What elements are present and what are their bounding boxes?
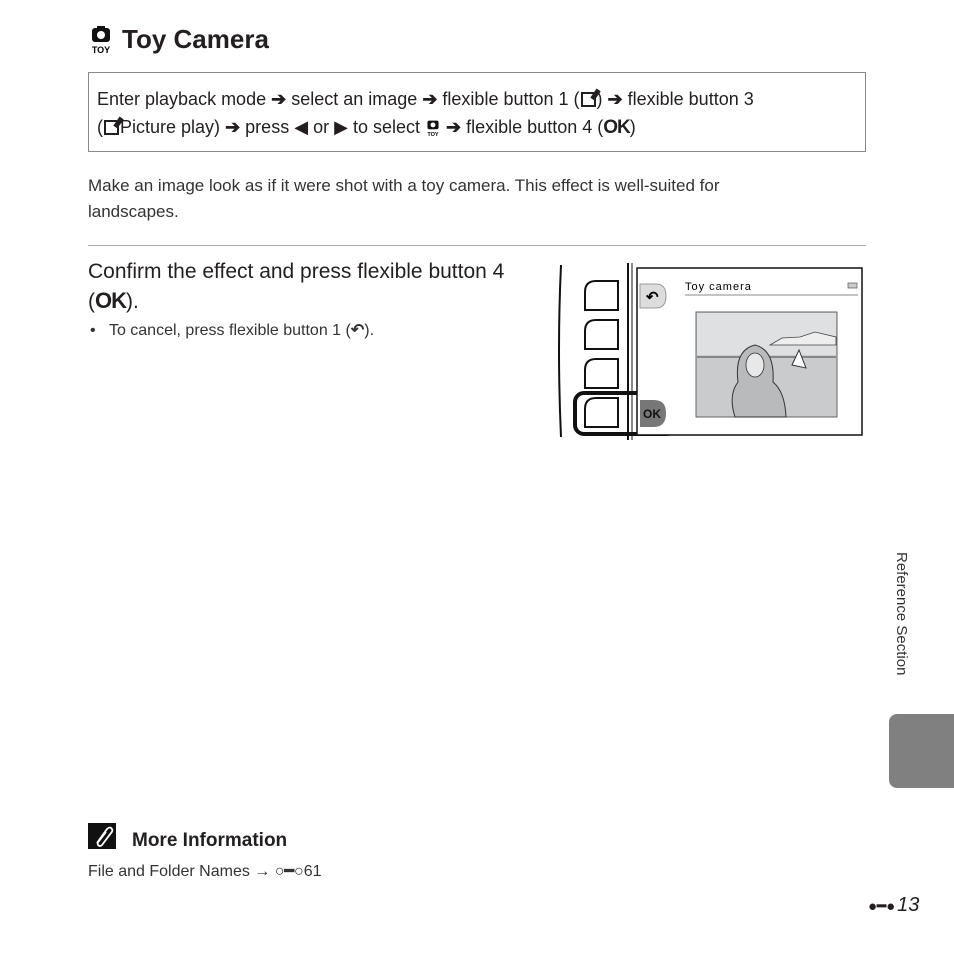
retouch-icon <box>104 120 119 135</box>
arrow-right-icon: ➔ <box>422 89 438 109</box>
arrow-right-icon: ➔ <box>225 117 241 137</box>
step-text: flexible button 1 ( <box>442 89 580 109</box>
step-text: flexible button 4 ( <box>466 117 604 137</box>
step-text: Confirm the effect and press flexible bu… <box>88 260 505 313</box>
step-text: Picture play) <box>120 117 221 137</box>
bullet-dot: • <box>90 322 109 339</box>
divider <box>88 245 866 246</box>
svg-text:TOY: TOY <box>427 132 439 137</box>
binoculars-icon: ○━○ <box>274 863 304 880</box>
step-text: or <box>313 117 330 137</box>
arrow-right-icon: ➔ <box>607 89 623 109</box>
bullet-item: • To cancel, press flexible button 1 (↶)… <box>90 320 374 340</box>
step-text: ) <box>629 117 636 137</box>
triangle-right-icon: ▶ <box>334 117 348 137</box>
reference-page: 61 <box>303 863 322 880</box>
ok-icon: OK <box>95 288 127 313</box>
step-heading: Confirm the effect and press flexible bu… <box>88 257 508 316</box>
back-arrow-icon: ↶ <box>350 322 365 339</box>
instruction-box: Enter playback mode ➔ select an image ➔ … <box>88 72 866 152</box>
camera-screen-illustration: ↶ OK Toy camera <box>558 263 863 440</box>
step-text: ). <box>126 290 139 313</box>
more-info-link[interactable]: File and Folder Names → ○━○61 <box>88 861 322 881</box>
toy-camera-icon: TOY <box>92 25 110 54</box>
title-text: Toy Camera <box>122 24 269 54</box>
step-text: ( <box>97 117 103 137</box>
step-text: to select <box>352 117 420 137</box>
ok-icon: OK <box>603 117 630 138</box>
section-side-label: Reference Section <box>893 552 910 676</box>
retouch-icon <box>580 92 596 107</box>
bullet-text: ). <box>364 322 375 339</box>
instruction-line-2: (Picture play) ➔ press ◀ or ▶ to select … <box>97 113 857 142</box>
description: Make an image look as if it were shot wi… <box>88 176 720 221</box>
step-text: flexible button 3 <box>627 89 754 109</box>
triangle-left-icon: ◀ <box>294 117 309 137</box>
flexible-buttons <box>584 280 619 428</box>
more-info-title: More Information <box>132 830 288 851</box>
step-text: select an image <box>291 89 418 109</box>
svg-text:TOY: TOY <box>92 45 110 54</box>
step-text: press <box>245 117 290 137</box>
more-info-text: File and Folder Names <box>88 863 250 880</box>
paperclip-icon <box>88 823 116 849</box>
back-arrow-icon: ↶ <box>645 289 659 306</box>
page-title: TOY Toy Camera <box>88 24 269 55</box>
instruction-line-1: Enter playback mode ➔ select an image ➔ … <box>97 85 857 113</box>
page-number: ●━● 13 <box>868 894 919 917</box>
arrow-right-icon: ➔ <box>446 117 462 137</box>
binoculars-icon: ●━● <box>868 897 896 915</box>
arrow-right-icon: ➔ <box>271 89 287 109</box>
bullet-text: To cancel, press flexible button 1 ( <box>108 322 351 339</box>
section-tab <box>889 714 954 788</box>
page-number-text: 13 <box>897 894 920 916</box>
screen-title: Toy camera <box>685 281 752 293</box>
step-text: Enter playback mode <box>97 89 267 109</box>
toy-camera-icon: TOY <box>427 120 439 137</box>
ok-button-label: OK <box>643 407 661 421</box>
